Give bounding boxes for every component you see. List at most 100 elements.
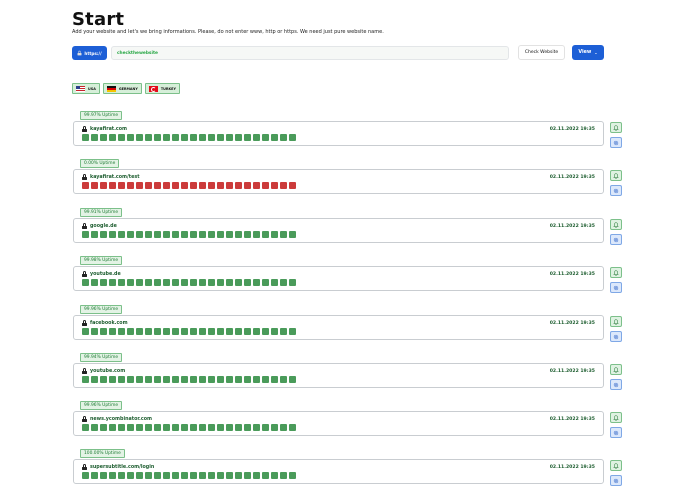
notification-button[interactable] <box>610 364 622 375</box>
settings-button[interactable] <box>610 234 622 245</box>
status-bar <box>226 231 233 238</box>
region-turkey-button[interactable]: TURKEY <box>144 83 180 94</box>
status-bars <box>82 424 296 431</box>
status-bar <box>271 328 278 335</box>
status-bar <box>217 182 224 189</box>
status-bar <box>280 279 287 286</box>
site-name: kayafirat.com/test <box>82 174 140 180</box>
status-bar <box>136 231 143 238</box>
status-bar <box>181 182 188 189</box>
status-bar <box>217 279 224 286</box>
row-actions <box>610 460 622 486</box>
settings-button[interactable] <box>610 475 622 486</box>
status-bar <box>289 182 296 189</box>
status-bar <box>280 424 287 431</box>
status-bar <box>190 328 197 335</box>
status-bar <box>199 424 206 431</box>
usa-flag-icon <box>76 85 85 92</box>
status-bar <box>82 472 89 479</box>
status-bar <box>253 231 260 238</box>
notification-button[interactable] <box>610 219 622 230</box>
status-bar <box>190 472 197 479</box>
status-bar <box>208 182 215 189</box>
settings-button[interactable] <box>610 379 622 390</box>
monitor-card[interactable]: supersubtitle.com/login 02.11.2022 19:35 <box>73 459 604 484</box>
monitor-card[interactable]: google.de 02.11.2022 19:35 <box>73 218 604 243</box>
protocol-button[interactable]: https:// <box>72 46 107 60</box>
lock-icon <box>82 464 87 470</box>
status-bar <box>181 376 188 383</box>
status-bar <box>199 231 206 238</box>
status-bar <box>244 472 251 479</box>
status-bar <box>226 279 233 286</box>
status-bar <box>280 231 287 238</box>
status-bar <box>199 134 206 141</box>
monitor-card[interactable]: news.ycombinator.com 02.11.2022 19:35 <box>73 411 604 436</box>
status-bar <box>262 231 269 238</box>
view-dropdown-button[interactable]: View ⌄ <box>572 45 604 60</box>
status-bar <box>82 134 89 141</box>
status-bar <box>262 134 269 141</box>
region-germany-button[interactable]: GERMANY <box>102 83 142 94</box>
status-bar <box>244 231 251 238</box>
settings-button[interactable] <box>610 282 622 293</box>
status-bar <box>280 182 287 189</box>
status-bar <box>289 279 296 286</box>
monitor-card[interactable]: youtube.com 02.11.2022 19:35 <box>73 363 604 388</box>
monitor-card[interactable]: kayafirat.com/test 02.11.2022 19:35 <box>73 169 604 194</box>
monitor-card[interactable]: facebook.com 02.11.2022 19:35 <box>73 315 604 340</box>
status-bar <box>253 376 260 383</box>
monitor-row: 99.91% Uptime google.de 02.11.2022 19:35 <box>72 208 622 248</box>
row-actions <box>610 412 622 438</box>
notification-button[interactable] <box>610 316 622 327</box>
status-bar <box>271 472 278 479</box>
status-bar <box>199 182 206 189</box>
gear-icon <box>613 140 619 145</box>
check-website-button[interactable]: Check Website <box>518 45 565 60</box>
site-label: facebook.com <box>90 320 128 326</box>
settings-button[interactable] <box>610 137 622 148</box>
status-bar <box>82 231 89 238</box>
status-bar <box>154 328 161 335</box>
status-bar <box>109 231 116 238</box>
turkey-flag-icon <box>148 85 158 92</box>
status-bar <box>163 134 170 141</box>
status-bar <box>136 182 143 189</box>
notification-button[interactable] <box>610 460 622 471</box>
region-usa-button[interactable]: USA <box>72 83 100 94</box>
status-bar <box>226 328 233 335</box>
status-bar <box>118 472 125 479</box>
settings-button[interactable] <box>610 185 622 196</box>
monitor-card[interactable]: youtube.de 02.11.2022 19:35 <box>73 266 604 291</box>
status-bars <box>82 182 296 189</box>
status-bar <box>271 279 278 286</box>
settings-button[interactable] <box>610 331 622 342</box>
site-label: youtube.de <box>90 271 121 277</box>
site-name: kayafirat.com <box>82 126 127 132</box>
status-bar <box>91 424 98 431</box>
status-bar <box>100 328 107 335</box>
notification-button[interactable] <box>610 267 622 278</box>
status-bar <box>145 279 152 286</box>
notification-button[interactable] <box>610 170 622 181</box>
bell-icon <box>613 124 619 131</box>
status-bar <box>208 231 215 238</box>
status-bar <box>118 424 125 431</box>
notification-button[interactable] <box>610 412 622 423</box>
monitor-card[interactable]: kayafirat.com 02.11.2022 19:35 <box>73 121 604 146</box>
status-bars <box>82 328 296 335</box>
status-bar <box>244 279 251 286</box>
status-bar <box>109 376 116 383</box>
status-bar <box>235 424 242 431</box>
website-input[interactable]: checkthewebsite <box>111 46 509 60</box>
uptime-badge: 99.94% Uptime <box>80 353 123 362</box>
gear-icon <box>613 478 619 483</box>
bell-icon <box>613 366 619 373</box>
uptime-badge: 0.00% Uptime <box>80 159 120 168</box>
notification-button[interactable] <box>610 122 622 133</box>
last-check-date: 02.11.2022 19:35 <box>549 321 595 326</box>
settings-button[interactable] <box>610 427 622 438</box>
site-label: supersubtitle.com/login <box>90 464 155 470</box>
status-bar <box>244 424 251 431</box>
status-bar <box>217 231 224 238</box>
